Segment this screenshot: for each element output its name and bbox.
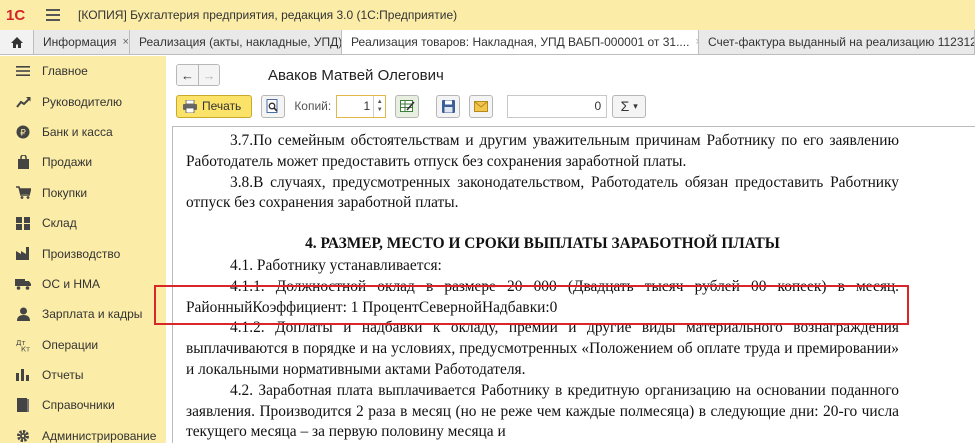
warehouse-icon: [15, 215, 31, 231]
send-email-button[interactable]: [469, 94, 494, 118]
print-button[interactable]: Печать: [176, 94, 253, 118]
clause-4-1-2: 4.1.2. Доплаты и надбавки к окладу, прем…: [186, 319, 899, 378]
sidebar-item-warehouse[interactable]: Склад: [0, 208, 166, 238]
home-button[interactable]: [0, 30, 34, 54]
tab-invoice[interactable]: Счет-фактура выданный на реализацию 1123…: [699, 30, 975, 54]
copies-stepper[interactable]: ▲ ▼: [373, 95, 385, 117]
edit-table-icon: [399, 100, 415, 112]
chevron-down-icon: ▾: [633, 100, 638, 111]
menu-icon: [15, 63, 31, 79]
clause-4-1-1: 4.1.1. Должностной оклад в размере 20 00…: [186, 277, 899, 316]
save-button[interactable]: [436, 94, 461, 118]
command-bar: Печать Копий: 1 ▲ ▼ 0 Σ ▾: [176, 94, 647, 118]
preview-button[interactable]: [261, 94, 286, 118]
hamburger-icon: [46, 9, 60, 11]
app-logo: 1С: [6, 6, 26, 24]
svg-text:₽: ₽: [20, 128, 26, 138]
factory-icon: [15, 246, 31, 262]
clause-3-7: 3.7.По семейным обстоятельствам и другим…: [186, 132, 899, 170]
amount-field[interactable]: 0: [507, 94, 608, 118]
copies-input[interactable]: 1 ▲ ▼: [336, 94, 387, 118]
book-icon: [15, 397, 31, 413]
save-icon: [441, 99, 455, 113]
copies-label: Копий:: [294, 99, 332, 113]
sidebar-item-bank[interactable]: ₽ Банк и касса: [0, 117, 166, 147]
sidebar-item-purchases[interactable]: Покупки: [0, 178, 166, 208]
sum-button[interactable]: Σ ▾: [612, 94, 647, 118]
spreadsheet-document[interactable]: 3.7.По семейным обстоятельствам и другим…: [172, 126, 975, 443]
sidebar-item-operations[interactable]: Дт Кт Операции: [0, 330, 166, 360]
sidebar-item-administration[interactable]: Администрирование: [0, 421, 166, 443]
clause-4-1: 4.1. Работнику устанавливается:: [230, 256, 442, 274]
coins-icon: ₽: [15, 124, 31, 140]
sidebar-item-sales[interactable]: Продажи: [0, 147, 166, 177]
sidebar-item-main[interactable]: Главное: [0, 56, 166, 86]
sidebar-item-reports[interactable]: Отчеты: [0, 360, 166, 390]
gear-icon: [15, 428, 31, 443]
forward-button[interactable]: →: [198, 65, 219, 85]
contract-text: 3.7.По семейным обстоятельствам и другим…: [173, 131, 899, 443]
navigation-buttons: ← →: [176, 64, 220, 86]
sections-panel: Главное Руководителю ₽ Банк и касса Прод…: [0, 56, 166, 443]
open-tabs-bar: Информация × Реализация (акты, накладные…: [0, 30, 975, 55]
sidebar-item-assets[interactable]: ОС и НМА: [0, 269, 166, 299]
truck-icon: [15, 276, 31, 292]
back-button[interactable]: ←: [177, 65, 198, 85]
document-form: ← → Аваков Матвей Олегович Печать Копий:…: [166, 56, 975, 443]
tab-information[interactable]: Информация ×: [34, 30, 130, 54]
main-menu-button[interactable]: [46, 5, 68, 25]
edit-mode-button[interactable]: [395, 94, 420, 118]
trend-icon: [15, 94, 31, 110]
sidebar-item-production[interactable]: Производство: [0, 238, 166, 268]
clause-4-2: 4.2. Заработная плата выплачивается Рабо…: [186, 381, 899, 441]
clause-3-8: 3.8.В случаях, предусмотренных законодат…: [186, 173, 899, 212]
operations-icon: Дт Кт: [15, 337, 31, 353]
home-icon: [10, 36, 23, 48]
tab-sales-document[interactable]: Реализация товаров: Накладная, УПД ВАБП-…: [342, 30, 699, 54]
svg-text:Кт: Кт: [21, 345, 30, 352]
tab-sales-list[interactable]: Реализация (акты, накладные, УПД) ×: [130, 30, 342, 54]
section-heading: 4. РАЗМЕР, МЕСТО И СРОКИ ВЫПЛАТЫ ЗАРАБОТ…: [305, 235, 780, 253]
sidebar-item-salary[interactable]: Зарплата и кадры: [0, 299, 166, 329]
sigma-icon: Σ: [620, 98, 630, 114]
person-icon: [15, 306, 31, 322]
sidebar-item-manager[interactable]: Руководителю: [0, 86, 166, 116]
window-title: [КОПИЯ] Бухгалтерия предприятия, редакци…: [78, 8, 458, 22]
tab-close-icon[interactable]: ×: [122, 36, 128, 48]
title-bar: 1С [КОПИЯ] Бухгалтерия предприятия, реда…: [0, 0, 975, 30]
printer-icon: [183, 99, 197, 113]
print-preview-icon: [266, 98, 278, 113]
cart-icon: [15, 185, 31, 201]
form-title: Аваков Матвей Олегович: [268, 66, 444, 84]
bag-icon: [15, 154, 31, 170]
sidebar-item-catalogs[interactable]: Справочники: [0, 390, 166, 420]
form-header: ← → Аваков Матвей Олегович: [176, 64, 444, 86]
envelope-icon: [474, 100, 489, 112]
chart-icon: [15, 367, 31, 383]
